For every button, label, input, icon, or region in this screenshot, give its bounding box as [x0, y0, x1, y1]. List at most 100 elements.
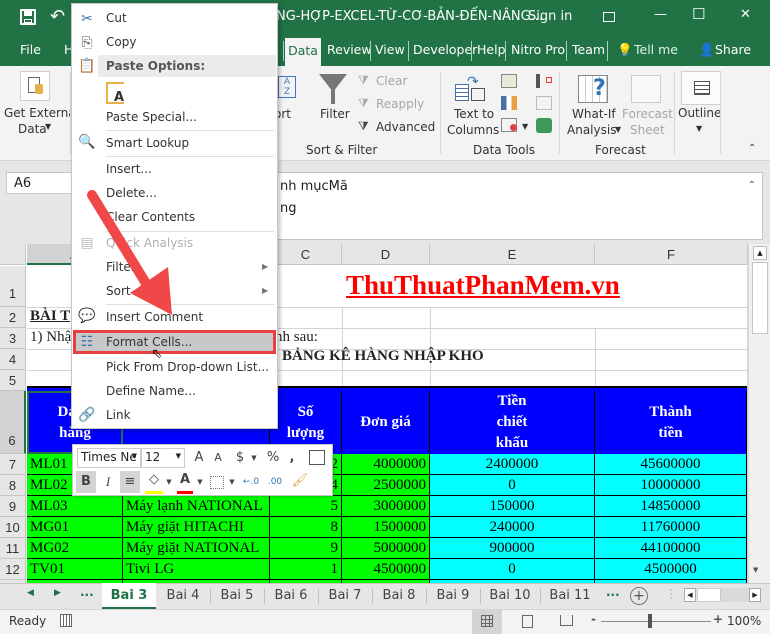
cell-code[interactable]: TV01: [27, 559, 123, 580]
tab-help[interactable]: Help: [477, 42, 506, 57]
advanced-filter-button[interactable]: Advanced: [376, 120, 435, 134]
row-header-4[interactable]: 4: [0, 349, 26, 370]
zoom-slider-thumb[interactable]: [648, 614, 652, 628]
header-don-gia[interactable]: Đơn giá: [342, 391, 430, 454]
flash-fill-icon[interactable]: [501, 74, 517, 88]
outline-button[interactable]: Outline: [678, 106, 721, 120]
cell-total[interactable]: 44100000: [595, 538, 747, 559]
cell-price[interactable]: 2500000: [342, 475, 430, 496]
ribbon-display-options-icon[interactable]: [603, 12, 615, 22]
cell-code[interactable]: ML03: [27, 496, 123, 517]
row-header-12[interactable]: 12: [0, 559, 26, 580]
scroll-down-arrow[interactable]: ▼: [753, 566, 758, 574]
text-to-columns-label-2[interactable]: Columns: [447, 123, 499, 137]
sheet-tab-bai-4[interactable]: Bai 4: [156, 583, 210, 609]
scroll-thumb[interactable]: [752, 262, 768, 334]
sheet-tab-bai-10[interactable]: Bai 10: [480, 583, 540, 609]
cell-price[interactable]: 1500000: [342, 517, 430, 538]
get-external-data-label-1[interactable]: Get External: [4, 106, 79, 120]
cell-name[interactable]: Tivi LG: [123, 559, 270, 580]
font-color-button[interactable]: A: [177, 469, 193, 491]
minimize-button[interactable]: —: [654, 7, 667, 22]
normal-view-button[interactable]: [472, 610, 502, 634]
cell-qty[interactable]: 8: [270, 517, 342, 538]
row-header-7[interactable]: 7: [0, 454, 26, 475]
column-header-d[interactable]: D: [342, 244, 430, 265]
tab-review[interactable]: Review: [327, 42, 372, 57]
sheet-tab-bai-8[interactable]: Bai 8: [372, 583, 426, 609]
reapply-button[interactable]: Reapply: [376, 97, 424, 111]
collapse-ribbon-icon[interactable]: ⌃: [748, 143, 756, 154]
sheet-tab-bai-3[interactable]: Bai 3: [102, 583, 156, 609]
column-header-f[interactable]: F: [595, 244, 748, 265]
add-sheet-icon[interactable]: +: [630, 587, 648, 605]
merge-center-button[interactable]: [309, 450, 325, 465]
row-header-9[interactable]: 9: [0, 496, 26, 517]
tab-nitro-pro[interactable]: Nitro Pro: [511, 42, 565, 57]
cell-price[interactable]: 4500000: [342, 559, 430, 580]
font-size-dropdown[interactable]: 12 ▼: [141, 448, 185, 468]
hscroll-left-arrow[interactable]: ◀: [684, 588, 696, 602]
zoom-in-button[interactable]: +: [713, 612, 723, 626]
menu-item-format-cells[interactable]: Format Cells...: [106, 335, 192, 349]
get-external-data-label-2[interactable]: Data: [18, 122, 47, 136]
save-icon[interactable]: [20, 9, 36, 25]
cell-name[interactable]: Máy giặt HITACHI: [123, 517, 270, 538]
sign-in-link[interactable]: Sign in: [528, 9, 572, 24]
remove-duplicates-icon[interactable]: [501, 96, 517, 110]
decrease-font-size-button[interactable]: A: [211, 447, 225, 469]
cell-price[interactable]: 4000000: [342, 454, 430, 475]
font-color-dropdown[interactable]: ▼: [196, 471, 204, 493]
data-validation-dropdown[interactable]: ▼: [522, 122, 528, 131]
vertical-scrollbar[interactable]: ▲ ▼: [748, 244, 770, 583]
font-name-dropdown[interactable]: Times Ne ▼: [77, 448, 141, 468]
cell-price[interactable]: 3000000: [342, 496, 430, 517]
cell-qty[interactable]: 9: [270, 538, 342, 559]
percent-style-button[interactable]: %: [265, 447, 281, 469]
text-to-columns-label-1[interactable]: Text to: [454, 107, 494, 121]
cell-total[interactable]: 10000000: [595, 475, 747, 496]
paste-keep-text-only-icon[interactable]: A: [106, 82, 124, 105]
zoom-slider-track[interactable]: [601, 621, 711, 622]
close-button[interactable]: ✕: [740, 7, 751, 22]
row-header-11[interactable]: 11: [0, 538, 26, 559]
manage-data-model-icon[interactable]: [536, 118, 552, 133]
get-external-data-icon[interactable]: [20, 71, 50, 101]
row-header-2[interactable]: 2: [0, 307, 26, 328]
comma-style-button[interactable]: ,: [287, 447, 297, 469]
row-header-5[interactable]: 5: [0, 370, 26, 391]
menu-item-pick-from-dropdown[interactable]: Pick From Drop-down List...: [106, 360, 269, 374]
what-if-analysis-label-2[interactable]: Analysis: [567, 123, 616, 137]
row-header-10[interactable]: 10: [0, 517, 26, 538]
currency-dropdown-arrow[interactable]: ▼: [249, 447, 259, 469]
cell-name[interactable]: Máy giặt NATIONAL: [123, 538, 270, 559]
next-sheet-arrow[interactable]: ▶: [54, 588, 61, 598]
hscroll-thumb[interactable]: [697, 588, 721, 602]
filter-button[interactable]: Filter: [320, 107, 350, 121]
what-if-analysis-label-1[interactable]: What-If: [572, 107, 616, 121]
collapse-formula-bar-icon[interactable]: ⌃: [748, 175, 756, 197]
relationships-icon[interactable]: [536, 96, 552, 110]
header-tien-chiet-khau[interactable]: Tiền chiết khấu: [430, 391, 595, 454]
menu-item-smart-lookup[interactable]: Smart Lookup: [106, 136, 189, 150]
fill-color-button[interactable]: ◇: [145, 469, 163, 491]
cell-qty[interactable]: 5: [270, 496, 342, 517]
tab-view[interactable]: View: [375, 42, 405, 57]
increase-font-size-button[interactable]: A: [191, 447, 207, 469]
select-all-corner[interactable]: [0, 244, 26, 265]
increase-decimal-button[interactable]: .00: [265, 471, 285, 493]
menu-item-paste-special[interactable]: Paste Special...: [106, 110, 197, 124]
cell-discount[interactable]: 900000: [430, 538, 595, 559]
menu-item-define-name[interactable]: Define Name...: [106, 384, 196, 398]
scroll-up-arrow[interactable]: ▲: [753, 246, 767, 260]
tab-team[interactable]: Team: [572, 42, 605, 57]
cell-total[interactable]: 45600000: [595, 454, 747, 475]
sheet-tab-bai-11[interactable]: Bai 11: [540, 583, 600, 609]
menu-item-copy[interactable]: Copy: [106, 35, 136, 49]
cell-discount[interactable]: 0: [430, 475, 595, 496]
cell-qty[interactable]: 1: [270, 559, 342, 580]
column-header-c[interactable]: C: [270, 244, 342, 265]
data-validation-icon[interactable]: [501, 118, 517, 132]
outline-icon[interactable]: [681, 71, 721, 105]
share-button[interactable]: Share: [715, 42, 751, 57]
